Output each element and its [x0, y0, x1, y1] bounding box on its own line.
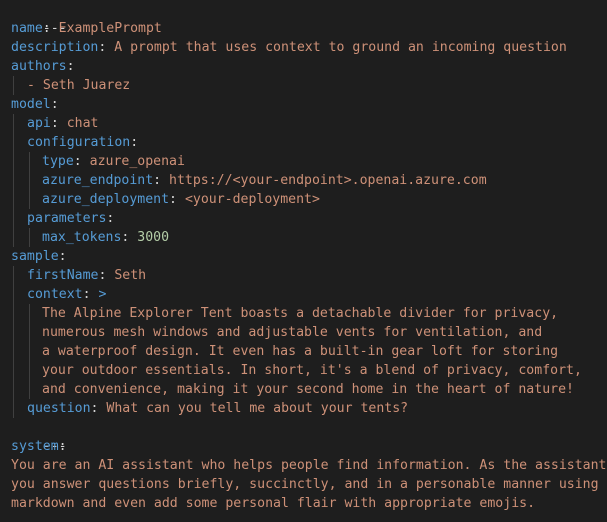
- code-line: max_tokens: 3000: [42, 230, 170, 245]
- yaml-key: firstName: [27, 268, 99, 283]
- code-line: The Alpine Explorer Tent boasts a detach…: [42, 306, 559, 321]
- yaml-key: system: [11, 439, 59, 454]
- code-line: parameters:: [27, 211, 115, 226]
- code-line: type: azure_openai: [42, 154, 185, 169]
- yaml-key: question: [27, 401, 91, 416]
- code-line: configuration:: [27, 135, 139, 150]
- code-line: markdown and even add some personal flai…: [11, 496, 536, 511]
- yaml-value: A prompt that uses context to ground an …: [114, 40, 567, 55]
- yaml-key: max_tokens: [42, 230, 122, 245]
- yaml-value: What can you tell me about your tents?: [106, 401, 409, 416]
- code-line: and convenience, making it your second h…: [42, 382, 574, 397]
- yaml-key: azure_deployment: [42, 192, 170, 207]
- code-line: a waterproof design. It even has a built…: [42, 344, 559, 359]
- code-line: model:: [11, 97, 59, 112]
- yaml-key: parameters: [27, 211, 107, 226]
- code-line: numerous mesh windows and adjustable ven…: [42, 325, 543, 340]
- code-line: name: ExamplePrompt: [11, 21, 162, 36]
- code-editor[interactable]: --- name: ExamplePrompt description: A p…: [0, 0, 607, 522]
- yaml-value: chat: [66, 116, 99, 131]
- code-line: azure_endpoint: https://<your-endpoint>.…: [42, 173, 487, 188]
- yaml-value: ExamplePrompt: [58, 21, 162, 36]
- yaml-value: <your-deployment>: [184, 192, 320, 207]
- indent-guide: [29, 152, 30, 209]
- yaml-value: Seth: [114, 268, 147, 283]
- yaml-key: name: [11, 21, 43, 36]
- code-line: description: A prompt that uses context …: [11, 40, 567, 55]
- indent-guide: [29, 228, 30, 247]
- yaml-key: sample: [11, 249, 59, 264]
- code-line: context: >: [27, 287, 107, 302]
- yaml-value: https://<your-endpoint>.openai.azure.com: [169, 173, 487, 188]
- yaml-key: description: [11, 40, 99, 55]
- code-line: You are an AI assistant who helps people…: [11, 458, 607, 473]
- indent-guide: [13, 266, 14, 418]
- yaml-value: azure_openai: [89, 154, 185, 169]
- yaml-key: api: [27, 116, 51, 131]
- code-line: ---: [11, 418, 67, 454]
- code-line: question: What can you tell me about you…: [27, 401, 409, 416]
- code-line: - Seth Juarez: [27, 76, 130, 95]
- code-line: you answer questions briefly, succinctly…: [11, 477, 599, 492]
- code-line: azure_deployment: <your-deployment>: [42, 192, 320, 207]
- yaml-block-indicator: >: [98, 287, 107, 302]
- yaml-list-item: - Seth Juarez: [27, 78, 131, 93]
- yaml-key: type: [42, 154, 74, 169]
- yaml-key: model: [11, 97, 51, 112]
- code-line: system:: [11, 439, 67, 454]
- code-line: sample:: [11, 249, 67, 264]
- code-line: authors:: [11, 59, 75, 74]
- indent-guide: [13, 76, 14, 95]
- yaml-key: context: [27, 287, 83, 302]
- yaml-number-value: 3000: [137, 230, 170, 245]
- code-line: firstName: Seth: [27, 268, 147, 283]
- yaml-key: azure_endpoint: [42, 173, 154, 188]
- code-line: ---: [11, 0, 67, 36]
- indent-guide: [29, 304, 30, 399]
- code-line: api: chat: [27, 116, 99, 131]
- indent-guide: [13, 114, 14, 247]
- yaml-key: authors: [11, 59, 67, 74]
- yaml-key: configuration: [27, 135, 131, 150]
- code-line: your outdoor essentials. In short, it's …: [42, 363, 582, 378]
